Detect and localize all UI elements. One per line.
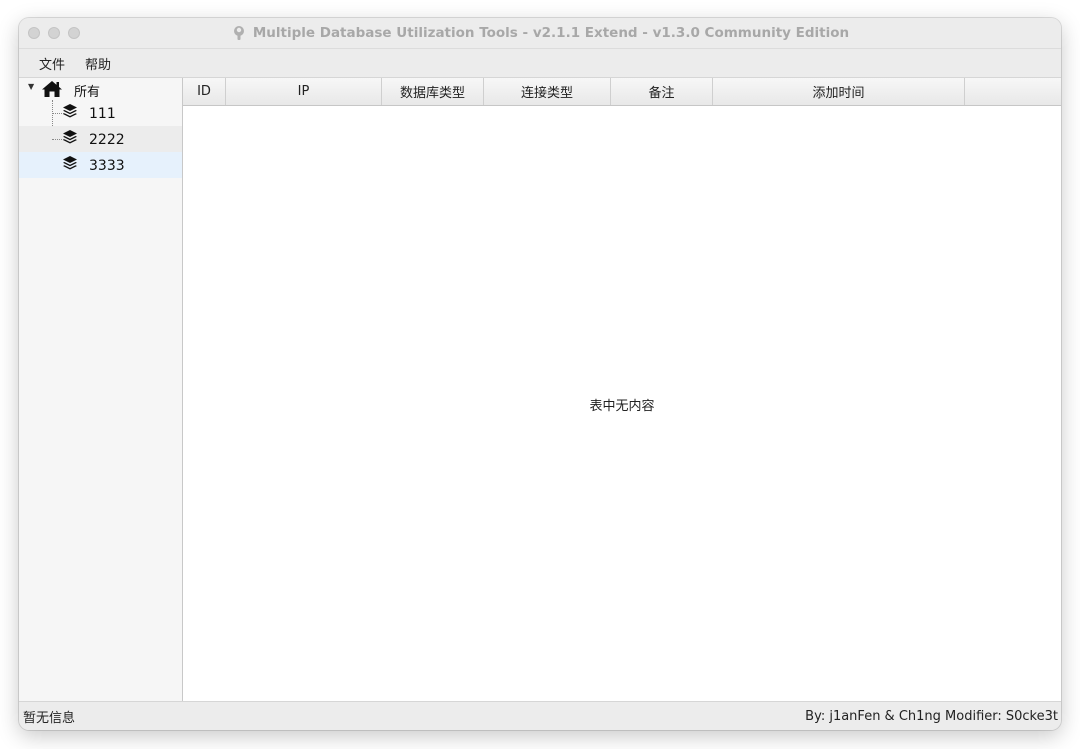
connections-table[interactable]: ID IP 数据库类型 连接类型 备注 添加时间 表中无内容 [183, 78, 1061, 702]
tree-node-label: 3333 [89, 158, 125, 174]
layers-icon [62, 103, 78, 123]
tree-node-all[interactable]: ▼ 所有 [19, 78, 182, 100]
app-window: Multiple Database Utilization Tools - v2… [19, 18, 1061, 730]
tree-node-group[interactable]: 2222 [19, 126, 182, 152]
menu-bar: 文件 帮助 [19, 49, 1061, 78]
layers-icon [62, 129, 78, 149]
tree-node-label: 所有 [74, 85, 101, 100]
window-title: Multiple Database Utilization Tools - v2… [252, 25, 850, 41]
menu-file[interactable]: 文件 [29, 54, 75, 73]
home-icon [41, 80, 63, 102]
empty-table-message: 表中无内容 [589, 399, 655, 414]
column-header-added-time[interactable]: 添加时间 [713, 78, 965, 105]
column-header-id[interactable]: ID [183, 78, 226, 105]
column-header-filler [965, 78, 1061, 105]
column-header-connection-type[interactable]: 连接类型 [484, 78, 611, 105]
table-header: ID IP 数据库类型 连接类型 备注 添加时间 [183, 78, 1061, 106]
column-header-notes[interactable]: 备注 [611, 78, 713, 105]
tree-node-label: 111 [89, 106, 116, 122]
author-credits: By: j1anFen & Ch1ng Modifier: S0cke3t [805, 708, 1058, 724]
tree-node-group[interactable]: 111 [19, 100, 182, 126]
status-bar: 暂无信息 By: j1anFen & Ch1ng Modifier: S0cke… [19, 701, 1061, 730]
expand-toggle-icon[interactable]: ▼ [28, 82, 34, 91]
tree-node-label: 2222 [89, 132, 125, 148]
layers-icon [62, 155, 78, 175]
menu-help[interactable]: 帮助 [75, 54, 121, 73]
title-bar[interactable]: Multiple Database Utilization Tools - v2… [19, 18, 1061, 49]
column-header-ip[interactable]: IP [226, 78, 382, 105]
status-message: 暂无信息 [23, 710, 76, 726]
main-content: ▼ 所有 111 2222 3333 ID IP 数据库类型 连接类型 备注 添… [19, 78, 1061, 702]
column-header-db-type[interactable]: 数据库类型 [382, 78, 484, 105]
wrench-icon [231, 25, 247, 41]
tree-node-group-selected[interactable]: 3333 [19, 152, 182, 178]
group-tree: ▼ 所有 111 2222 3333 [19, 78, 183, 702]
